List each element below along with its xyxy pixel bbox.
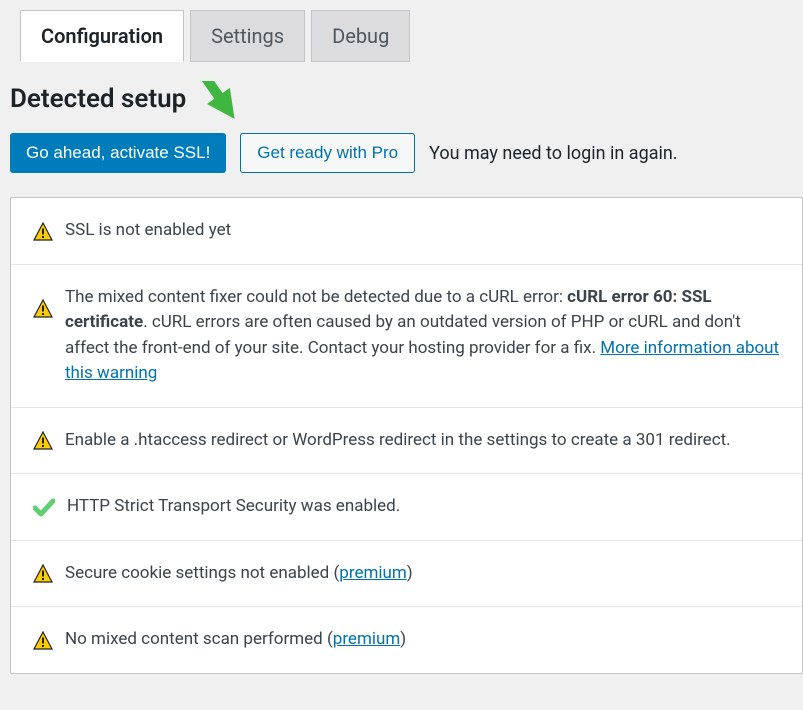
action-row: Go ahead, activate SSL! Get ready with P… bbox=[10, 133, 803, 173]
text-part: ) bbox=[400, 629, 406, 649]
row-text: No mixed content scan performed (premium… bbox=[65, 627, 780, 653]
row-text: Secure cookie settings not enabled (prem… bbox=[65, 561, 780, 587]
row-mixed-content-error: The mixed content fixer could not be det… bbox=[11, 265, 802, 408]
row-text: Enable a .htaccess redirect or WordPress… bbox=[65, 428, 780, 454]
status-card: SSL is not enabled yet The mixed content… bbox=[10, 197, 803, 674]
premium-link[interactable]: premium bbox=[339, 563, 407, 583]
get-pro-button[interactable]: Get ready with Pro bbox=[240, 133, 415, 173]
row-text: SSL is not enabled yet bbox=[65, 218, 780, 244]
activate-ssl-button[interactable]: Go ahead, activate SSL! bbox=[10, 133, 226, 173]
row-hsts: HTTP Strict Transport Security was enabl… bbox=[11, 474, 802, 541]
premium-link[interactable]: premium bbox=[333, 629, 401, 649]
check-icon bbox=[33, 498, 55, 518]
row-ssl-not-enabled: SSL is not enabled yet bbox=[11, 198, 802, 265]
tab-bar: Configuration Settings Debug bbox=[10, 0, 803, 62]
page-title: Detected setup bbox=[10, 80, 803, 119]
warning-icon bbox=[33, 431, 53, 451]
row-scan: No mixed content scan performed (premium… bbox=[11, 607, 802, 673]
tab-configuration[interactable]: Configuration bbox=[20, 10, 184, 62]
tab-settings[interactable]: Settings bbox=[190, 10, 305, 62]
text-part: Secure cookie settings not enabled ( bbox=[65, 563, 339, 583]
warning-icon bbox=[33, 564, 53, 584]
text-part: No mixed content scan performed ( bbox=[65, 629, 333, 649]
row-cookie: Secure cookie settings not enabled (prem… bbox=[11, 541, 802, 608]
warning-icon bbox=[33, 631, 53, 651]
warning-icon bbox=[33, 222, 53, 242]
row-text: The mixed content fixer could not be det… bbox=[65, 285, 780, 387]
row-text: HTTP Strict Transport Security was enabl… bbox=[67, 494, 780, 520]
row-htaccess: Enable a .htaccess redirect or WordPress… bbox=[11, 408, 802, 475]
login-note: You may need to login in again. bbox=[429, 140, 677, 167]
text-part: The mixed content fixer could not be det… bbox=[65, 287, 567, 307]
text-part: ) bbox=[407, 563, 413, 583]
warning-icon bbox=[33, 299, 53, 319]
tab-debug[interactable]: Debug bbox=[311, 10, 410, 62]
